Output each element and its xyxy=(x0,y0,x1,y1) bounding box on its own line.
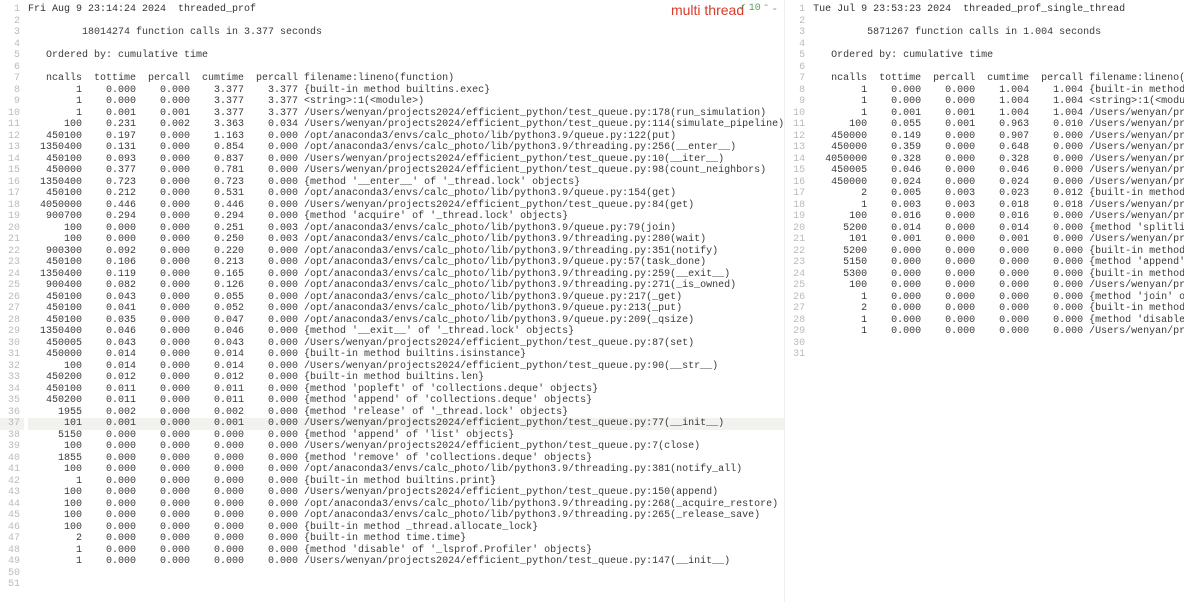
code-line[interactable]: 450000 0.359 0.000 0.648 0.000 /Users/we… xyxy=(813,142,1184,154)
code-line[interactable]: 101 0.001 0.000 0.001 0.000 /Users/wenya… xyxy=(813,234,1184,246)
code-line[interactable]: 100 0.000 0.000 0.000 0.000 /Users/wenya… xyxy=(813,280,1184,292)
code-line[interactable]: 100 0.000 0.000 0.251 0.003 /opt/anacond… xyxy=(28,223,784,235)
code-line[interactable]: ncalls tottime percall cumtime percall f… xyxy=(813,73,1184,85)
code-line[interactable]: 1350400 0.723 0.000 0.723 0.000 {method … xyxy=(28,177,784,189)
code-line[interactable]: 100 0.000 0.000 0.000 0.000 /Users/wenya… xyxy=(28,487,784,499)
code-line[interactable]: 450100 0.093 0.000 0.837 0.000 /Users/we… xyxy=(28,154,784,166)
code-line[interactable]: 1 0.000 0.000 0.000 0.000 {method 'disab… xyxy=(28,545,784,557)
code-line[interactable] xyxy=(813,16,1184,28)
right-header: Tue Jul 9 23:53:23 2024 threaded_prof_si… xyxy=(813,2,1184,16)
code-line[interactable]: 1 0.000 0.000 3.377 3.377 {built-in meth… xyxy=(28,85,784,97)
right-date: Tue Jul 9 23:53:23 2024 xyxy=(813,4,951,15)
code-line[interactable]: 900300 0.092 0.000 0.220 0.000 /opt/anac… xyxy=(28,246,784,258)
code-line[interactable]: 5200 0.000 0.000 0.000 0.000 {built-in m… xyxy=(813,246,1184,258)
code-line[interactable]: 450000 0.377 0.000 0.781 0.000 /Users/we… xyxy=(28,165,784,177)
code-line[interactable]: 900400 0.082 0.000 0.126 0.000 /opt/anac… xyxy=(28,280,784,292)
code-line[interactable]: 100 0.000 0.000 0.000 0.000 /opt/anacond… xyxy=(28,464,784,476)
code-line[interactable] xyxy=(28,568,784,580)
code-line[interactable]: 100 0.000 0.000 0.000 0.000 /opt/anacond… xyxy=(28,499,784,511)
code-line[interactable]: 450200 0.012 0.000 0.012 0.000 {built-in… xyxy=(28,372,784,384)
code-line[interactable]: 100 0.016 0.000 0.016 0.000 /Users/wenya… xyxy=(813,211,1184,223)
code-line[interactable]: 450100 0.035 0.000 0.047 0.000 /opt/anac… xyxy=(28,315,784,327)
code-line[interactable]: 450100 0.197 0.000 1.163 0.000 /opt/anac… xyxy=(28,131,784,143)
code-line[interactable]: 1 0.000 0.000 3.377 3.377 <string>:1(<mo… xyxy=(28,96,784,108)
code-line[interactable]: 450005 0.043 0.000 0.043 0.000 /Users/we… xyxy=(28,338,784,350)
code-line[interactable]: 18014274 function calls in 3.377 seconds xyxy=(28,27,784,39)
code-line[interactable]: 100 0.231 0.002 3.363 0.034 /Users/wenya… xyxy=(28,119,784,131)
code-line[interactable]: 100 0.000 0.000 0.250 0.003 /opt/anacond… xyxy=(28,234,784,246)
code-line[interactable]: 1 0.003 0.003 0.018 0.018 /Users/wenyan/… xyxy=(813,200,1184,212)
code-line[interactable]: 2 0.005 0.003 0.023 0.012 {built-in meth… xyxy=(813,188,1184,200)
code-line[interactable]: 1 0.000 0.000 0.000 0.000 {method 'join'… xyxy=(813,292,1184,304)
code-line[interactable]: 450000 0.014 0.000 0.014 0.000 {built-in… xyxy=(28,349,784,361)
code-line[interactable]: 100 0.055 0.001 0.963 0.010 /Users/wenya… xyxy=(813,119,1184,131)
code-line[interactable]: 1350400 0.131 0.000 0.854 0.000 /opt/ana… xyxy=(28,142,784,154)
code-line[interactable]: ncalls tottime percall cumtime percall f… xyxy=(28,73,784,85)
code-line[interactable] xyxy=(28,579,784,591)
code-line[interactable]: 1 0.001 0.001 3.377 3.377 /Users/wenyan/… xyxy=(28,108,784,120)
right-title: threaded_prof_single_thread xyxy=(963,4,1125,15)
code-line[interactable]: 101 0.001 0.000 0.001 0.000 /Users/wenya… xyxy=(28,418,784,430)
right-code[interactable]: 5871267 function calls in 1.004 seconds … xyxy=(813,4,1184,361)
code-line[interactable]: 5150 0.000 0.000 0.000 0.000 {method 'ap… xyxy=(813,257,1184,269)
left-header: Fri Aug 9 23:14:24 2024 threaded_prof xyxy=(28,2,776,16)
code-line[interactable]: 1350400 0.046 0.000 0.046 0.000 {method … xyxy=(28,326,784,338)
check-icon: ✓ xyxy=(738,2,746,14)
code-line[interactable]: 100 0.014 0.000 0.014 0.000 /Users/wenya… xyxy=(28,361,784,373)
code-line[interactable]: 5300 0.000 0.000 0.000 0.000 {built-in m… xyxy=(813,269,1184,281)
left-date: Fri Aug 9 23:14:24 2024 xyxy=(28,4,166,15)
code-line[interactable]: 1855 0.000 0.000 0.000 0.000 {method 're… xyxy=(28,453,784,465)
code-line[interactable]: 450005 0.046 0.000 0.046 0.000 /Users/we… xyxy=(813,165,1184,177)
code-line[interactable]: Ordered by: cumulative time xyxy=(28,50,784,62)
code-line[interactable]: 4050000 0.446 0.000 0.446 0.000 /Users/w… xyxy=(28,200,784,212)
code-line[interactable]: 900700 0.294 0.000 0.294 0.000 {method '… xyxy=(28,211,784,223)
code-line[interactable]: 100 0.000 0.000 0.000 0.000 /Users/wenya… xyxy=(28,441,784,453)
right-pane: 1234567891011121314151617181920212223242… xyxy=(785,0,1184,602)
chevron-down-icon: ⌄ xyxy=(771,3,778,13)
code-line[interactable]: 450100 0.106 0.000 0.213 0.000 /opt/anac… xyxy=(28,257,784,269)
left-code[interactable]: 18014274 function calls in 3.377 seconds… xyxy=(28,4,784,591)
left-tag: multi thread xyxy=(671,2,744,18)
code-line[interactable]: 4050000 0.328 0.000 0.328 0.000 /Users/w… xyxy=(813,154,1184,166)
code-line[interactable]: 1955 0.002 0.000 0.002 0.000 {method 're… xyxy=(28,407,784,419)
code-line[interactable]: 450000 0.024 0.000 0.024 0.000 /Users/we… xyxy=(813,177,1184,189)
right-gutter: 1234567891011121314151617181920212223242… xyxy=(785,0,809,361)
code-line[interactable]: 1 0.000 0.000 1.004 1.004 <string>:1(<mo… xyxy=(813,96,1184,108)
code-line[interactable]: 5200 0.014 0.000 0.014 0.000 {method 'sp… xyxy=(813,223,1184,235)
code-line[interactable]: 5871267 function calls in 1.004 seconds xyxy=(813,27,1184,39)
code-line[interactable]: 100 0.000 0.000 0.000 0.000 /opt/anacond… xyxy=(28,510,784,522)
code-line[interactable]: 2 0.000 0.000 0.000 0.000 {built-in meth… xyxy=(28,533,784,545)
code-line[interactable]: 1 0.000 0.000 0.000 0.000 {built-in meth… xyxy=(28,476,784,488)
code-line[interactable]: 2 0.000 0.000 0.000 0.000 {built-in meth… xyxy=(813,303,1184,315)
code-line[interactable]: 1 0.000 0.000 0.000 0.000 /Users/wenyan/… xyxy=(813,326,1184,338)
code-line[interactable] xyxy=(813,39,1184,51)
code-line[interactable] xyxy=(28,39,784,51)
code-line[interactable]: 100 0.000 0.000 0.000 0.000 {built-in me… xyxy=(28,522,784,534)
code-line[interactable]: 5150 0.000 0.000 0.000 0.000 {method 'ap… xyxy=(28,430,784,442)
code-line[interactable]: 1 0.000 0.000 1.004 1.004 {built-in meth… xyxy=(813,85,1184,97)
left-gutter: 1234567891011121314151617181920212223242… xyxy=(0,0,24,591)
code-line[interactable] xyxy=(813,62,1184,74)
code-line[interactable] xyxy=(813,349,1184,361)
code-line[interactable]: Ordered by: cumulative time xyxy=(813,50,1184,62)
code-line[interactable]: 450200 0.011 0.000 0.011 0.000 {method '… xyxy=(28,395,784,407)
code-line[interactable]: 450100 0.043 0.000 0.055 0.000 /opt/anac… xyxy=(28,292,784,304)
code-line[interactable]: 450100 0.212 0.000 0.531 0.000 /opt/anac… xyxy=(28,188,784,200)
code-line[interactable] xyxy=(813,338,1184,350)
code-line[interactable]: 450100 0.041 0.000 0.052 0.000 /opt/anac… xyxy=(28,303,784,315)
left-badge[interactable]: ✓ 10 ⌃ ⌄ xyxy=(738,2,778,14)
code-line[interactable]: 1 0.000 0.000 0.000 0.000 /Users/wenyan/… xyxy=(28,556,784,568)
code-line[interactable] xyxy=(28,62,784,74)
code-line[interactable]: 450000 0.149 0.000 0.907 0.000 /Users/we… xyxy=(813,131,1184,143)
left-title: threaded_prof xyxy=(178,4,256,15)
code-line[interactable]: 1 0.001 0.001 1.004 1.004 /Users/wenyan/… xyxy=(813,108,1184,120)
code-line[interactable]: 1 0.000 0.000 0.000 0.000 {method 'disab… xyxy=(813,315,1184,327)
chevron-up-icon: ⌃ xyxy=(763,3,770,13)
code-line[interactable]: 450100 0.011 0.000 0.011 0.000 {method '… xyxy=(28,384,784,396)
code-line[interactable]: 1350400 0.119 0.000 0.165 0.000 /opt/ana… xyxy=(28,269,784,281)
left-pane: 1234567891011121314151617181920212223242… xyxy=(0,0,785,602)
